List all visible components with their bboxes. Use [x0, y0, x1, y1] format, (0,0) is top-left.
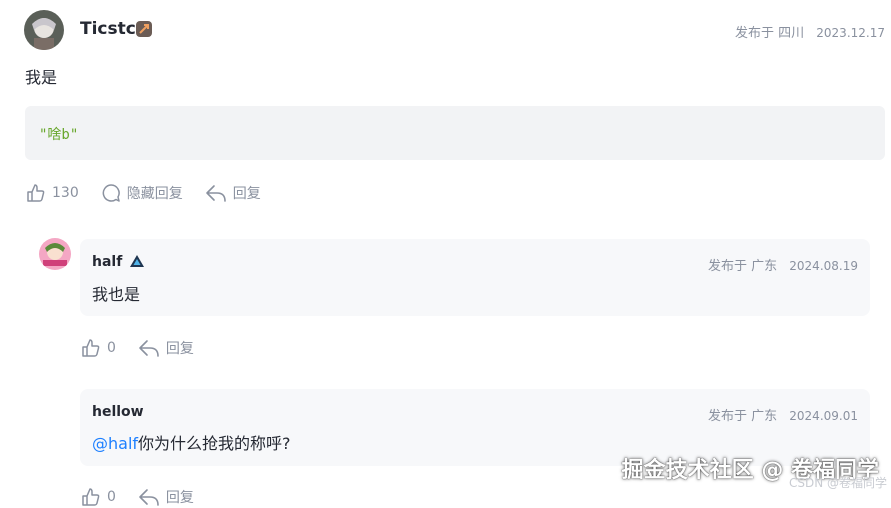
like-button[interactable]: 0: [81, 487, 116, 507]
avatar[interactable]: [39, 238, 71, 270]
reply-text: @half你为什么抢我的称呼?: [92, 430, 291, 454]
mention-link[interactable]: @half: [92, 434, 138, 453]
reply-button[interactable]: 回复: [138, 338, 194, 358]
like-count: 0: [107, 340, 116, 356]
reply-actions: 0 回复: [81, 337, 216, 359]
thumbs-up-icon: [82, 488, 100, 506]
level-badge-icon: [128, 253, 146, 271]
location-label: 发布于 广东: [708, 259, 778, 274]
reply-actions: 0 回复: [81, 486, 216, 508]
reply-author[interactable]: hellow: [92, 404, 144, 420]
hide-reply-button[interactable]: 隐藏回复: [101, 183, 183, 203]
thumbs-up-icon: [82, 339, 100, 357]
reply-meta: 发布于 广东 2024.09.01: [708, 405, 858, 424]
comment-author[interactable]: Ticstc: [80, 19, 136, 39]
reply-meta: 发布于 广东 2024.08.19: [708, 255, 858, 274]
reply-arrow-icon: [205, 185, 226, 202]
like-count: 130: [52, 185, 79, 201]
reply-author[interactable]: half: [92, 254, 122, 270]
reply-label: 回复: [165, 490, 194, 506]
level-badge-icon: [135, 20, 153, 38]
comment-actions: 130 隐藏回复 回复: [26, 182, 283, 204]
reply-box: half 发布于 广东 2024.08.19 我也是: [80, 239, 870, 316]
reply-date: 2024.08.19: [789, 259, 858, 273]
watermark-sub: CSDN @卷福同学: [788, 476, 887, 490]
reply-arrow-icon: [139, 340, 159, 357]
code-block: "啥b": [25, 106, 885, 160]
avatar[interactable]: [24, 10, 64, 50]
comment-date: 2023.12.17: [816, 26, 885, 40]
comment-bubble-icon: [102, 184, 120, 202]
like-button[interactable]: 0: [81, 338, 116, 358]
reply-text: 我也是: [92, 285, 141, 304]
reply-date: 2024.09.01: [789, 409, 858, 423]
reply-button[interactable]: 回复: [205, 183, 261, 203]
like-button[interactable]: 130: [26, 183, 79, 203]
reply-label: 回复: [165, 341, 194, 357]
location-label: 发布于 广东: [708, 409, 778, 424]
like-count: 0: [107, 489, 116, 505]
hide-reply-label: 隐藏回复: [126, 186, 183, 202]
comment-meta: 发布于 四川 2023.12.17: [735, 22, 885, 41]
reply-button[interactable]: 回复: [138, 487, 194, 507]
thumbs-up-icon: [27, 184, 45, 202]
location-label: 发布于 四川: [735, 26, 805, 41]
reply-message: 你为什么抢我的称呼?: [138, 434, 291, 453]
code-text: "啥b": [39, 127, 79, 143]
reply-label: 回复: [232, 186, 261, 202]
comment-text: 我是: [25, 68, 58, 87]
reply-arrow-icon: [139, 489, 159, 506]
